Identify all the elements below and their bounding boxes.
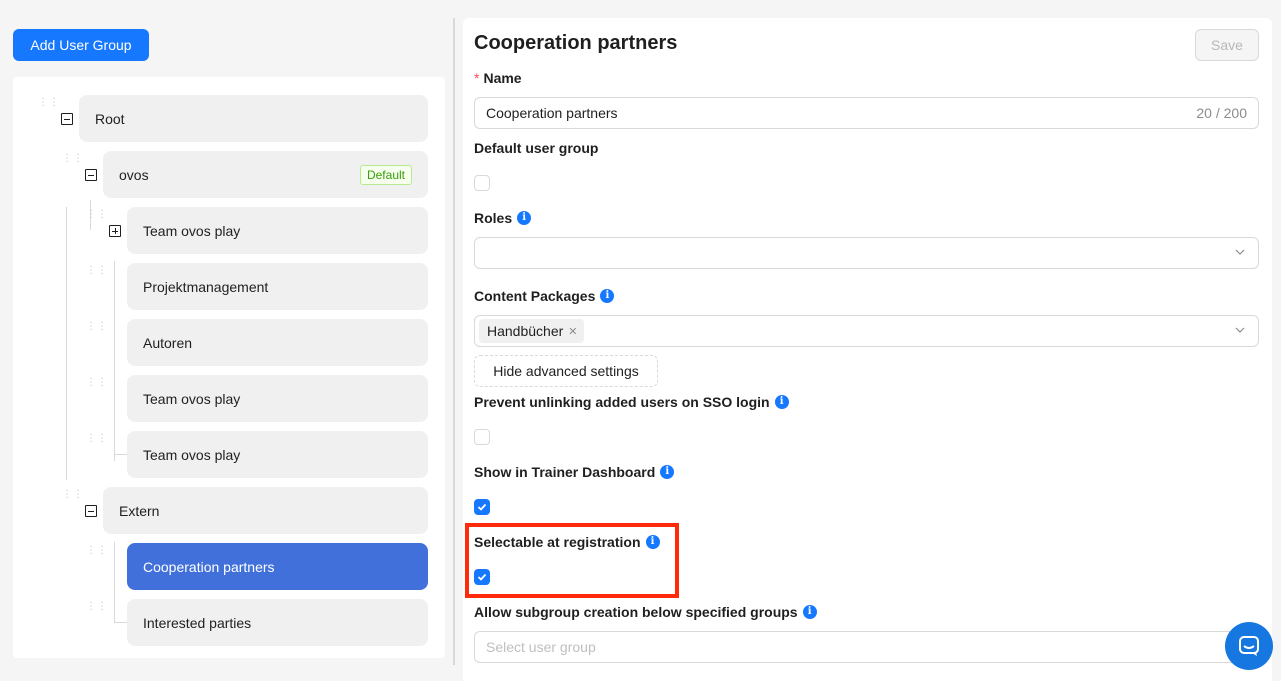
- tree-connector: [66, 432, 67, 480]
- minus-square-icon[interactable]: [85, 505, 97, 517]
- tree-node-team-ovos-play[interactable]: Team ovos play: [127, 207, 428, 254]
- tree-node-label: Team ovos play: [143, 446, 241, 463]
- subgroup-select-placeholder: Select user group: [486, 639, 596, 655]
- content-packages-label: Content Packages i: [474, 288, 615, 304]
- prevent-unlinking-label: Prevent unlinking added users on SSO log…: [474, 394, 789, 410]
- required-marker: *: [474, 70, 480, 86]
- chevron-down-icon: [1235, 327, 1245, 333]
- hide-advanced-settings-button[interactable]: Hide advanced settings: [474, 355, 658, 387]
- drag-handle-icon[interactable]: ⋮⋮: [86, 378, 107, 393]
- roles-label: Roles i: [474, 210, 532, 226]
- tree-node-projektmanagement[interactable]: Projektmanagement: [127, 263, 428, 310]
- drag-handle-icon[interactable]: ⋮⋮: [38, 98, 59, 113]
- subgroup-select[interactable]: Select user group: [474, 631, 1259, 663]
- plus-square-icon[interactable]: [109, 225, 121, 237]
- allow-subgroup-label-text: Allow subgroup creation below specified …: [474, 604, 798, 620]
- info-circle-icon[interactable]: i: [802, 605, 817, 619]
- roles-label-text: Roles: [474, 210, 513, 226]
- tree-node-root[interactable]: Root: [79, 95, 428, 142]
- highlight-box: [465, 523, 679, 598]
- allow-subgroup-label: Allow subgroup creation below specified …: [474, 604, 817, 620]
- prevent-unlinking-label-text: Prevent unlinking added users on SSO log…: [474, 394, 770, 410]
- tree-node-label: Cooperation partners: [143, 558, 275, 575]
- drag-handle-icon[interactable]: ⋮⋮: [86, 434, 107, 449]
- chat-bubble-icon: [1239, 636, 1259, 656]
- minus-square-icon[interactable]: [61, 113, 73, 125]
- trainer-dashboard-label-text: Show in Trainer Dashboard: [474, 464, 656, 480]
- tree-node-label: Projektmanagement: [143, 278, 269, 295]
- info-circle-icon[interactable]: i: [660, 465, 675, 479]
- name-label-text: Name: [483, 70, 522, 86]
- info-circle-icon[interactable]: i: [517, 211, 532, 225]
- roles-select[interactable]: [474, 237, 1259, 269]
- drag-handle-icon[interactable]: ⋮⋮: [62, 490, 83, 505]
- content-package-tag-label: Handbücher: [487, 323, 564, 339]
- trainer-dashboard-label: Show in Trainer Dashboard i: [474, 464, 675, 480]
- default-user-group-label-text: Default user group: [474, 140, 599, 156]
- name-input[interactable]: Cooperation partners 20 / 200: [474, 97, 1259, 129]
- drag-handle-icon[interactable]: ⋮⋮: [62, 154, 83, 169]
- content-package-tag: Handbücher ✕: [479, 319, 584, 343]
- close-icon[interactable]: ✕: [568, 325, 577, 338]
- content-packages-label-text: Content Packages: [474, 288, 596, 304]
- tree-node-team-ovos-play[interactable]: Team ovos play: [127, 375, 428, 422]
- name-label: * Name: [474, 70, 522, 86]
- default-badge: Default: [359, 165, 412, 185]
- tree-node-autoren[interactable]: Autoren: [127, 319, 428, 366]
- panel-divider[interactable]: [453, 18, 455, 665]
- default-user-group-label: Default user group: [474, 140, 598, 156]
- user-group-tree: ⋮⋮ Root ⋮⋮ ovos Default ⋮⋮ Team ovos pla…: [13, 77, 445, 658]
- tree-connector: [114, 542, 115, 622]
- tree-node-label: Team ovos play: [143, 390, 241, 407]
- tree-connector: [114, 622, 128, 623]
- tree-connector: [114, 454, 128, 455]
- save-button[interactable]: Save: [1195, 29, 1259, 61]
- info-circle-icon[interactable]: i: [600, 289, 615, 303]
- drag-handle-icon[interactable]: ⋮⋮: [86, 210, 107, 225]
- minus-square-icon[interactable]: [85, 169, 97, 181]
- default-user-group-checkbox[interactable]: [474, 175, 490, 191]
- content-packages-select[interactable]: Handbücher ✕: [474, 315, 1259, 347]
- name-input-value: Cooperation partners: [486, 105, 618, 121]
- chat-launcher-button[interactable]: [1225, 622, 1273, 670]
- tree-node-label: Root: [95, 110, 125, 127]
- tree-connector: [114, 263, 115, 306]
- character-count: 20 / 200: [1196, 105, 1247, 121]
- tree-node-label: Team ovos play: [143, 222, 241, 239]
- tree-node-label: Extern: [119, 502, 160, 519]
- tree-node-label: Interested parties: [143, 614, 252, 631]
- tree-node-cooperation-partners[interactable]: Cooperation partners: [127, 543, 428, 590]
- drag-handle-icon[interactable]: ⋮⋮: [86, 546, 107, 561]
- tree-node-label: ovos: [119, 166, 149, 183]
- check-icon: [477, 503, 487, 511]
- drag-handle-icon[interactable]: ⋮⋮: [86, 266, 107, 281]
- drag-handle-icon[interactable]: ⋮⋮: [86, 322, 107, 337]
- chevron-down-icon: [1235, 249, 1245, 255]
- prevent-unlinking-checkbox[interactable]: [474, 429, 490, 445]
- tree-node-extern[interactable]: Extern: [103, 487, 428, 534]
- tree-node-interested-parties[interactable]: Interested parties: [127, 599, 428, 646]
- drag-handle-icon[interactable]: ⋮⋮: [86, 602, 107, 617]
- add-user-group-button[interactable]: Add User Group: [13, 29, 149, 61]
- form-title: Cooperation partners: [474, 32, 678, 54]
- tree-node-label: Autoren: [143, 334, 193, 351]
- trainer-dashboard-checkbox[interactable]: [474, 499, 490, 515]
- tree-node-ovos[interactable]: ovos Default: [103, 151, 428, 198]
- info-circle-icon[interactable]: i: [774, 395, 789, 409]
- tree-node-team-ovos-play[interactable]: Team ovos play: [127, 431, 428, 478]
